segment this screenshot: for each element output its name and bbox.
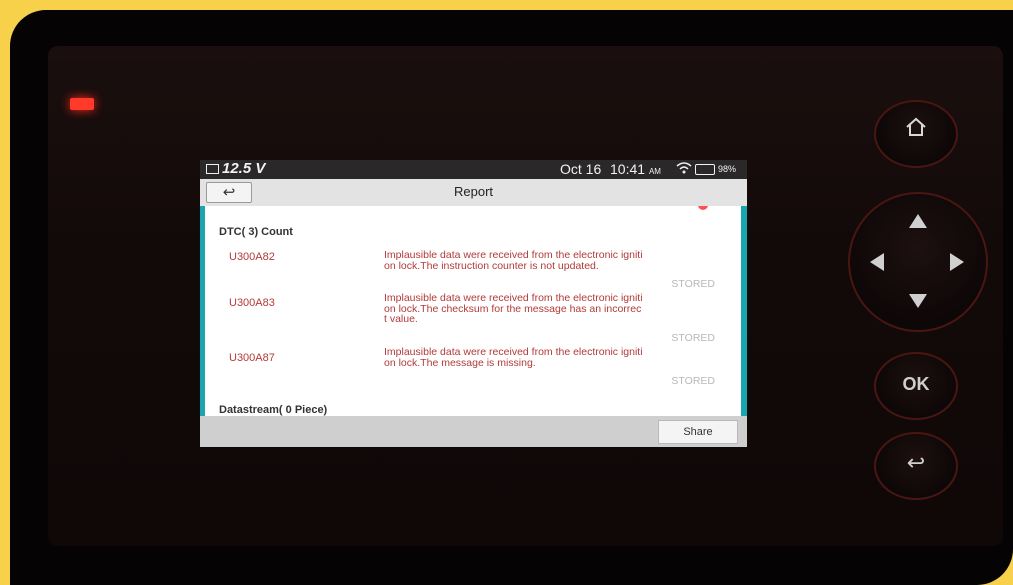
power-led [70,98,94,110]
dtc-description: Implausible data were received from the … [384,293,704,325]
dtc-code: U300A83 [229,297,275,309]
voltage-readout: 12.5 V [222,160,266,177]
dtc-section-title: DTC( 3) Count [219,226,293,238]
left-arrow-icon[interactable] [870,253,884,271]
report-footer: Share [200,416,747,447]
home-icon [876,116,956,143]
dtc-status: STORED [671,332,715,344]
status-date: Oct 16 [560,161,602,177]
battery-icon [695,164,715,175]
dtc-desc-line: on lock.The checksum for the message has… [384,302,642,315]
car-battery-icon [206,164,219,174]
ok-label: OK [902,374,930,394]
status-ampm: AM [648,167,661,176]
hardware-ok-button[interactable]: OK [874,352,958,420]
battery-percent: 98% [718,164,737,174]
dtc-desc-line: Implausible data were received from the … [384,292,643,304]
dtc-code: U300A82 [229,251,275,263]
page-title: Report [453,184,494,199]
report-content: DTC( 3) Count U300A82 Implausible data w… [200,206,747,416]
share-button[interactable]: Share [658,420,738,444]
scroll-indicator[interactable] [698,206,708,210]
dtc-desc-line: Implausible data were received from the … [384,249,643,261]
down-arrow-icon[interactable] [909,294,927,308]
dtc-desc-line: Implausible data were received from the … [384,346,643,358]
dtc-desc-line: on lock.The message is missing. [384,356,536,369]
dtc-code: U300A87 [229,352,275,364]
dtc-status: STORED [671,375,715,387]
right-arrow-icon[interactable] [950,253,964,271]
dtc-description: Implausible data were received from the … [384,250,704,271]
wifi-icon [676,162,692,177]
hardware-return-button[interactable]: ↩ [874,432,958,500]
report-panel[interactable]: DTC( 3) Count U300A82 Implausible data w… [205,206,741,416]
hardware-home-button[interactable] [874,100,958,168]
status-time: 10:41 AM [610,161,661,177]
photo-frame: 12.5 V Oct 16 10:41 AM 98% ↩ Report DTC(… [10,10,1013,585]
hardware-dpad[interactable] [848,192,988,332]
status-bar: 12.5 V Oct 16 10:41 AM 98% [200,160,747,179]
dtc-desc-line: t value. [384,313,418,325]
device-screen: 12.5 V Oct 16 10:41 AM 98% ↩ Report DTC(… [200,160,747,447]
dtc-status: STORED [671,278,715,290]
dtc-description: Implausible data were received from the … [384,347,704,368]
datastream-section-title: Datastream( 0 Piece) [219,404,328,416]
up-arrow-icon[interactable] [909,214,927,228]
status-clock: 10:41 [610,161,646,177]
report-header: ↩ Report [200,179,747,207]
dtc-desc-line: on lock.The instruction counter is not u… [384,259,599,272]
return-icon: ↩ [906,450,926,475]
